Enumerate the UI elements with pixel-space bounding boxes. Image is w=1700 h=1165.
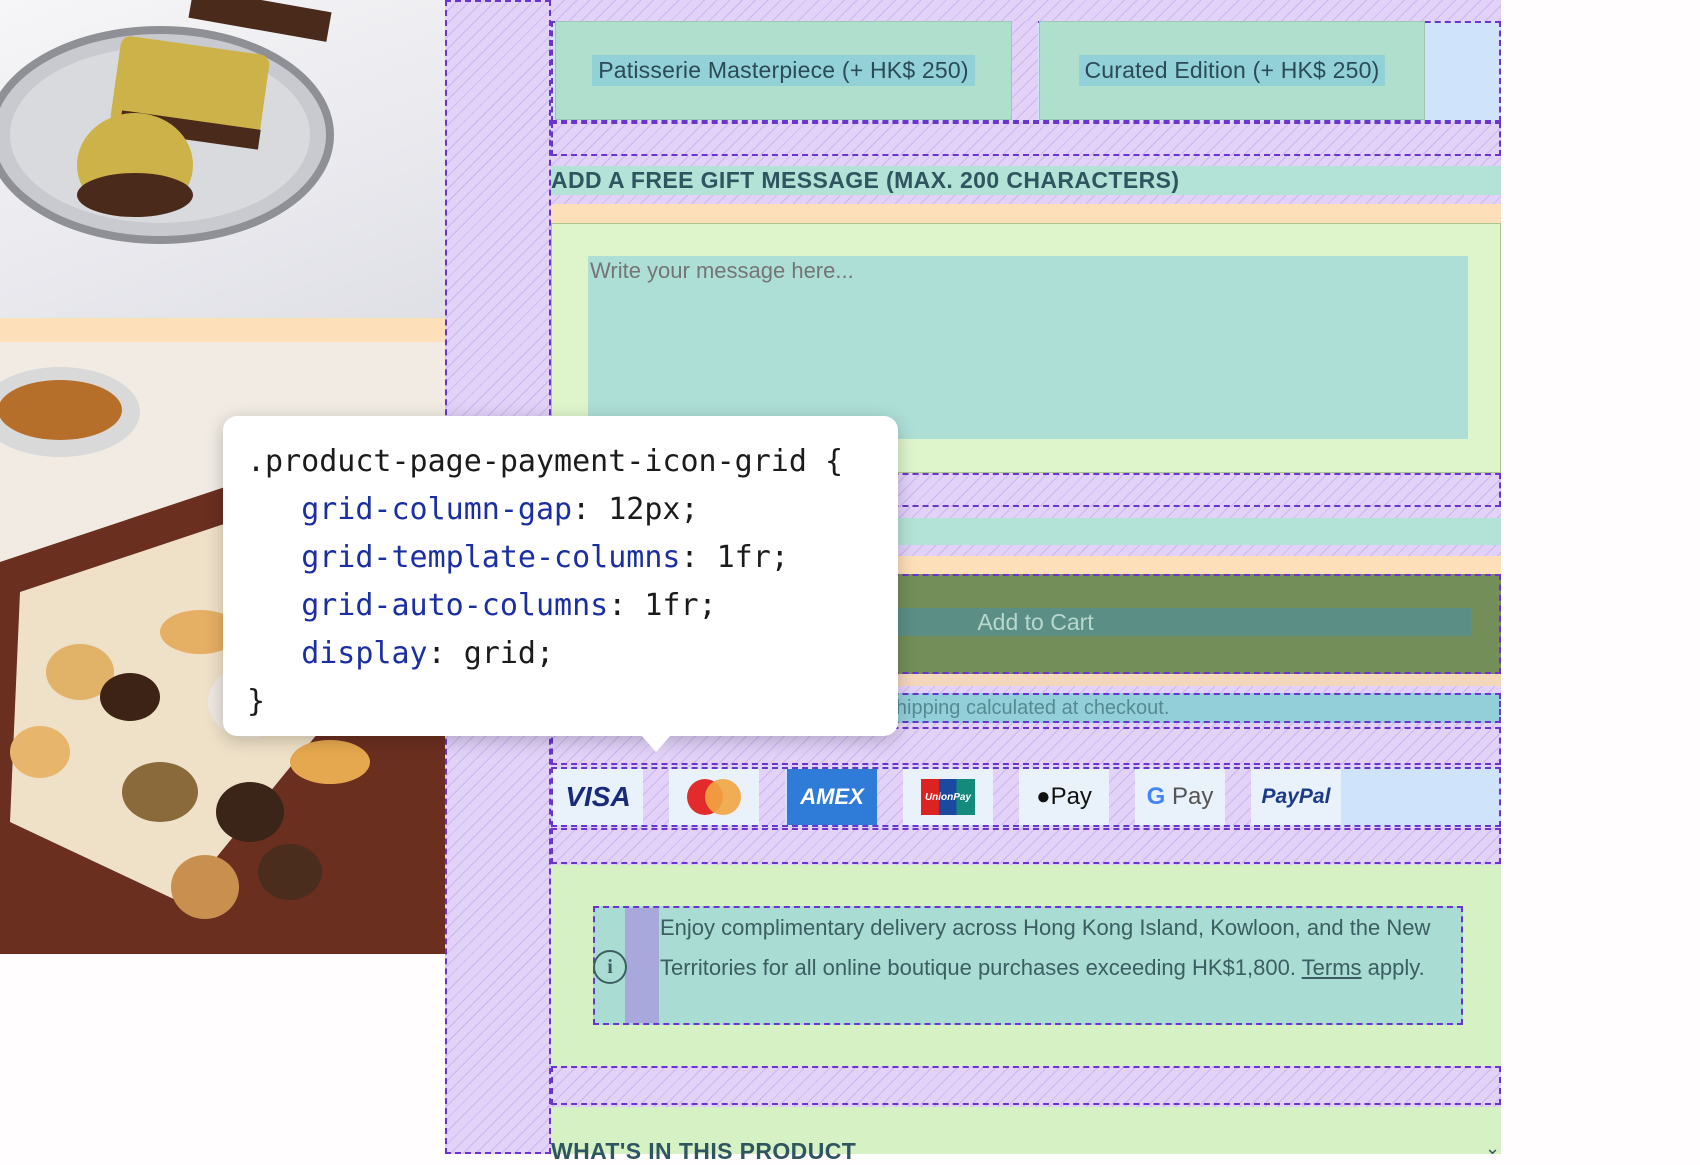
variant-patisserie-masterpiece[interactable]: Patisserie Masterpiece (+ HK$ 250) [555, 21, 1012, 120]
css-inspector-tooltip: .product-page-payment-icon-grid { grid-c… [223, 416, 898, 736]
terms-link[interactable]: Terms [1302, 955, 1362, 980]
css-prop: grid-auto-columns [301, 588, 609, 623]
spacer [551, 122, 1501, 156]
grid-gap [993, 769, 1019, 825]
image-gap [0, 318, 445, 342]
info-icon: i [593, 950, 627, 984]
css-value: 1fr; [626, 588, 717, 623]
unionpay-label: UnionPay [921, 779, 975, 815]
info-gap [625, 908, 659, 1023]
mastercard-icon [669, 769, 759, 825]
visa-icon: VISA [553, 769, 643, 825]
visa-label: VISA [565, 781, 631, 812]
spacer [551, 1066, 1501, 1105]
css-selector: .product-page-payment-icon-grid { [247, 444, 844, 479]
apple-pay-label: Pay [1050, 783, 1092, 810]
gift-message-input[interactable] [588, 256, 1468, 439]
label-margin [551, 204, 1501, 223]
variant-curated-edition[interactable]: Curated Edition (+ HK$ 250) [1039, 21, 1425, 120]
chevron-down-icon[interactable]: ⌄ [1485, 1138, 1500, 1159]
accordion-title[interactable]: WHAT'S IN THIS PRODUCT [551, 1138, 1501, 1165]
grid-gap [759, 769, 785, 825]
delivery-info-text: Enjoy complimentary delivery across Hong… [660, 908, 1460, 988]
variant-label: Patisserie Masterpiece (+ HK$ 250) [592, 55, 975, 86]
css-close-brace: } [247, 684, 266, 719]
css-prop: grid-template-columns [301, 540, 681, 575]
grid-gap [1109, 769, 1135, 825]
css-prop: display [301, 636, 428, 671]
spacer [551, 828, 1501, 864]
css-value: grid; [445, 636, 555, 671]
paypal-label: PayPal [1261, 785, 1331, 808]
apple-pay-icon: ●Pay [1019, 769, 1109, 825]
unionpay-icon: UnionPay [903, 769, 993, 825]
amex-icon: AMEX [787, 769, 877, 825]
css-prop: grid-column-gap [301, 492, 573, 527]
css-value: 12px; [590, 492, 699, 527]
gift-message-label: ADD A FREE GIFT MESSAGE (MAX. 200 CHARAC… [551, 166, 1501, 195]
google-pay-icon: G Pay [1135, 769, 1225, 825]
amex-label: AMEX [800, 784, 864, 809]
google-pay-label: Pay [1171, 783, 1214, 810]
product-image-tray[interactable] [0, 0, 445, 318]
grid-gap [877, 769, 903, 825]
grid-gap [643, 769, 669, 825]
delivery-info-suffix: apply. [1361, 955, 1425, 980]
variant-gap [1012, 21, 1038, 120]
paypal-icon: PayPal [1251, 769, 1341, 825]
grid-gap [1225, 769, 1251, 825]
variant-label: Curated Edition (+ HK$ 250) [1078, 55, 1386, 86]
tooltip-arrow [640, 734, 672, 752]
css-value: 1fr; [698, 540, 789, 575]
